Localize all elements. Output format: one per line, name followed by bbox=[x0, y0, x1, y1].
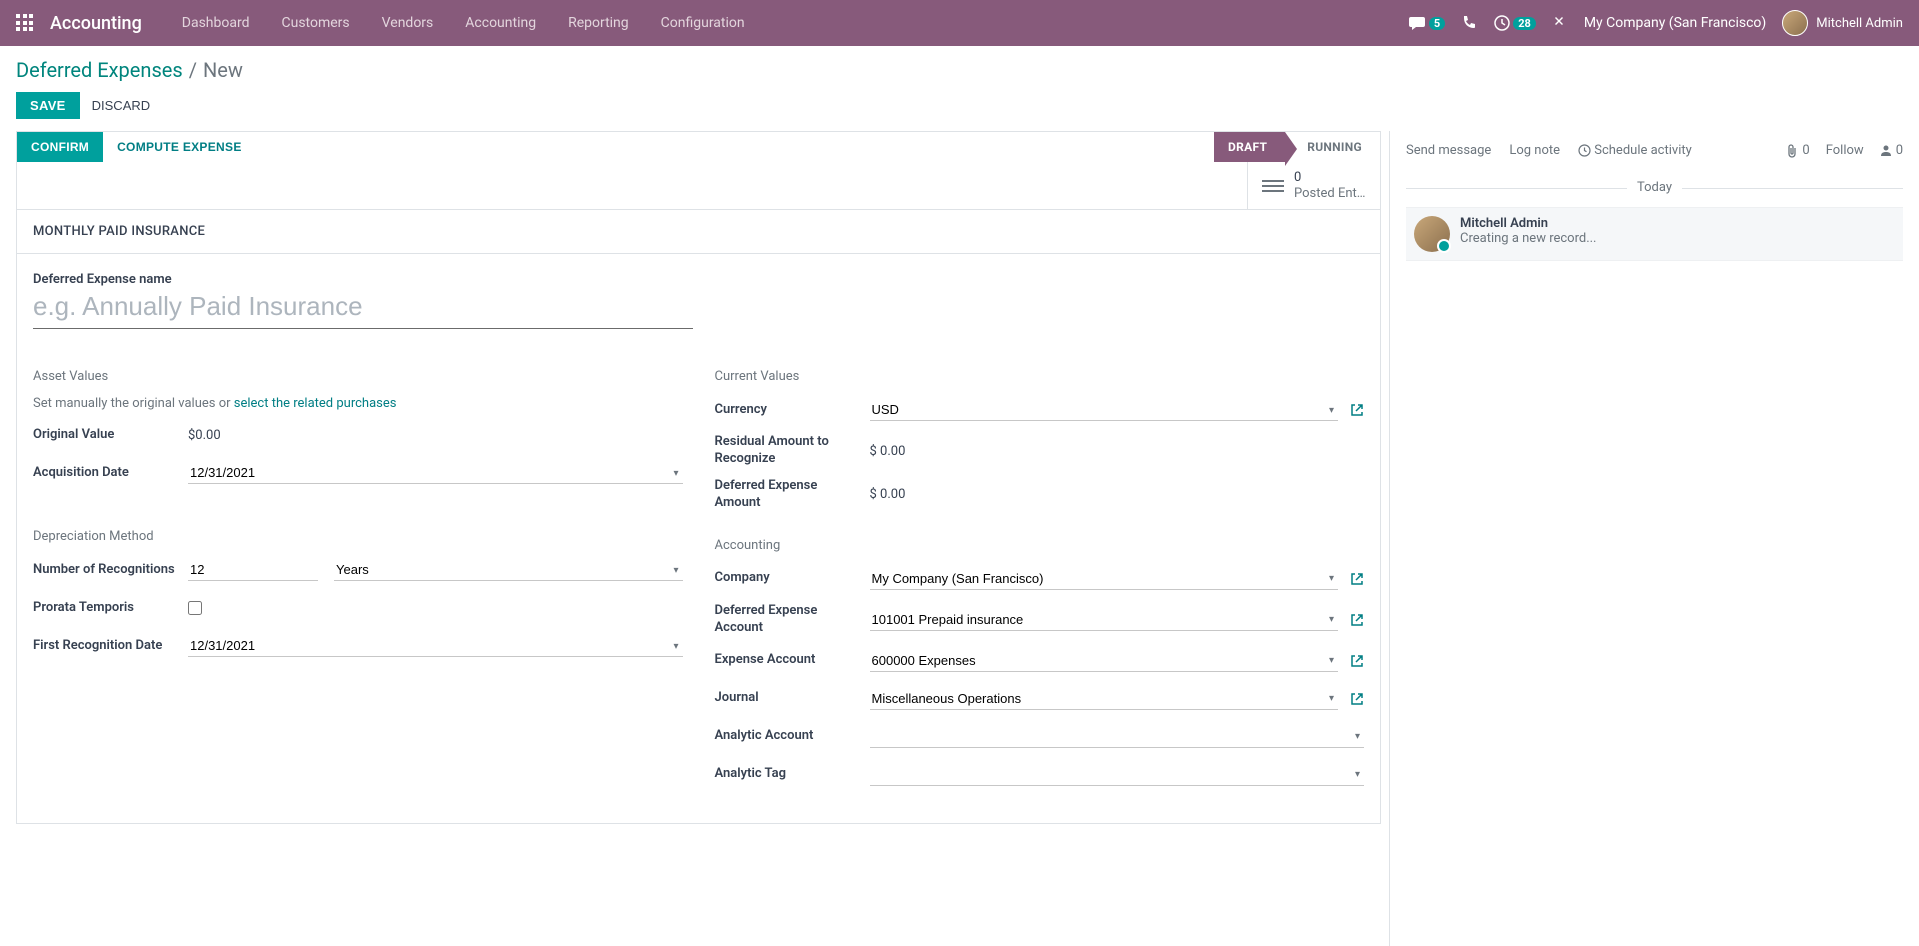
acquisition-date-label: Acquisition Date bbox=[33, 465, 188, 482]
section-asset-values: Asset Values bbox=[33, 369, 683, 384]
user-menu[interactable]: Mitchell Admin bbox=[1782, 10, 1903, 36]
message-avatar bbox=[1414, 216, 1450, 252]
activities-count: 28 bbox=[1513, 17, 1536, 30]
log-note-tab[interactable]: Log note bbox=[1509, 143, 1560, 158]
posted-label: Posted Ent... bbox=[1294, 186, 1366, 202]
first-recognition-date-input[interactable] bbox=[188, 635, 683, 657]
message-text: Creating a new record... bbox=[1460, 231, 1895, 246]
external-link-icon[interactable] bbox=[1350, 571, 1364, 587]
nav-customers[interactable]: Customers bbox=[266, 15, 366, 31]
analytic-tag-input[interactable] bbox=[870, 764, 1365, 786]
name-label: Deferred Expense name bbox=[33, 272, 1364, 287]
status-draft[interactable]: DRAFT bbox=[1214, 132, 1285, 162]
followers-button[interactable]: 0 bbox=[1880, 143, 1903, 158]
analytic-account-label: Analytic Account bbox=[715, 728, 870, 745]
deferred-account-input[interactable] bbox=[870, 609, 1339, 631]
currency-input[interactable] bbox=[870, 399, 1339, 421]
send-message-tab[interactable]: Send message bbox=[1406, 143, 1491, 158]
status-running[interactable]: RUNNING bbox=[1285, 132, 1380, 162]
external-link-icon[interactable] bbox=[1350, 402, 1364, 418]
currency-label: Currency bbox=[715, 402, 870, 419]
first-recognition-date-label: First Recognition Date bbox=[33, 638, 188, 655]
model-title: MONTHLY PAID INSURANCE bbox=[17, 210, 1380, 254]
expense-account-label: Expense Account bbox=[715, 652, 870, 669]
breadcrumb-current: New bbox=[203, 58, 243, 82]
analytic-account-input[interactable] bbox=[870, 726, 1365, 748]
prorata-checkbox[interactable] bbox=[188, 601, 202, 615]
company-input[interactable] bbox=[870, 568, 1339, 590]
name-input[interactable] bbox=[33, 289, 693, 329]
section-accounting: Accounting bbox=[715, 538, 1365, 553]
analytic-tag-label: Analytic Tag bbox=[715, 766, 870, 783]
nav-dashboard[interactable]: Dashboard bbox=[166, 15, 266, 31]
external-link-icon[interactable] bbox=[1350, 691, 1364, 707]
journal-input[interactable] bbox=[870, 688, 1339, 710]
num-recognitions-input[interactable] bbox=[188, 559, 318, 581]
apps-icon[interactable] bbox=[16, 14, 34, 32]
user-name: Mitchell Admin bbox=[1816, 16, 1903, 31]
action-buttons: SAVE DISCARD bbox=[0, 86, 1919, 131]
app-title[interactable]: Accounting bbox=[50, 13, 142, 34]
message-item: Mitchell Admin Creating a new record... bbox=[1406, 207, 1903, 261]
helper-text: Set manually the original values or sele… bbox=[33, 396, 683, 411]
list-icon bbox=[1262, 180, 1284, 192]
messages-icon[interactable]: 5 bbox=[1409, 15, 1445, 31]
debug-icon[interactable] bbox=[1552, 15, 1568, 31]
section-depreciation: Depreciation Method bbox=[33, 529, 683, 544]
date-separator: Today bbox=[1406, 180, 1903, 195]
section-current-values: Current Values bbox=[715, 369, 1365, 384]
external-link-icon[interactable] bbox=[1350, 653, 1364, 669]
expense-account-input[interactable] bbox=[870, 650, 1339, 672]
top-navbar: Accounting Dashboard Customers Vendors A… bbox=[0, 0, 1919, 46]
num-recognitions-label: Number of Recognitions bbox=[33, 562, 188, 579]
message-author: Mitchell Admin bbox=[1460, 216, 1895, 231]
status-bar: CONFIRM COMPUTE EXPENSE DRAFT RUNNING bbox=[16, 131, 1381, 162]
external-link-icon[interactable] bbox=[1350, 612, 1364, 628]
residual-label: Residual Amount to Recognize bbox=[715, 434, 870, 468]
confirm-button[interactable]: CONFIRM bbox=[17, 132, 103, 162]
activities-icon[interactable]: 28 bbox=[1493, 14, 1536, 32]
compute-expense-button[interactable]: COMPUTE EXPENSE bbox=[103, 132, 256, 162]
deferred-amount-value: $ 0.00 bbox=[870, 484, 906, 505]
company-label: Company bbox=[715, 570, 870, 587]
residual-value: $ 0.00 bbox=[870, 441, 906, 462]
company-switcher[interactable]: My Company (San Francisco) bbox=[1584, 15, 1766, 31]
original-value-label: Original Value bbox=[33, 427, 188, 444]
select-purchases-link[interactable]: select the related purchases bbox=[234, 396, 397, 411]
nav-reporting[interactable]: Reporting bbox=[552, 15, 645, 31]
nav-vendors[interactable]: Vendors bbox=[366, 15, 450, 31]
posted-count: 0 bbox=[1294, 170, 1366, 186]
schedule-activity-tab[interactable]: Schedule activity bbox=[1578, 143, 1692, 158]
nav-accounting[interactable]: Accounting bbox=[449, 15, 552, 31]
journal-label: Journal bbox=[715, 690, 870, 707]
period-select[interactable] bbox=[334, 559, 683, 581]
breadcrumb-sep: / bbox=[189, 58, 197, 82]
breadcrumb-parent[interactable]: Deferred Expenses bbox=[16, 58, 183, 82]
nav-configuration[interactable]: Configuration bbox=[645, 15, 761, 31]
follow-button[interactable]: Follow bbox=[1826, 143, 1864, 158]
avatar bbox=[1782, 10, 1808, 36]
original-value: $0.00 bbox=[188, 425, 221, 446]
phone-icon[interactable] bbox=[1461, 15, 1477, 31]
deferred-amount-label: Deferred Expense Amount bbox=[715, 478, 870, 512]
acquisition-date-input[interactable] bbox=[188, 462, 683, 484]
save-button[interactable]: SAVE bbox=[16, 92, 80, 119]
chatter: Send message Log note Schedule activity … bbox=[1389, 131, 1919, 946]
discard-button[interactable]: DISCARD bbox=[92, 98, 151, 113]
breadcrumb: Deferred Expenses / New bbox=[0, 46, 1919, 86]
deferred-account-label: Deferred Expense Account bbox=[715, 603, 870, 637]
posted-entries-button[interactable]: 0 Posted Ent... bbox=[1247, 162, 1380, 209]
messages-count: 5 bbox=[1429, 17, 1445, 30]
prorata-label: Prorata Temporis bbox=[33, 600, 188, 617]
attachments-button[interactable]: 0 bbox=[1786, 143, 1809, 158]
